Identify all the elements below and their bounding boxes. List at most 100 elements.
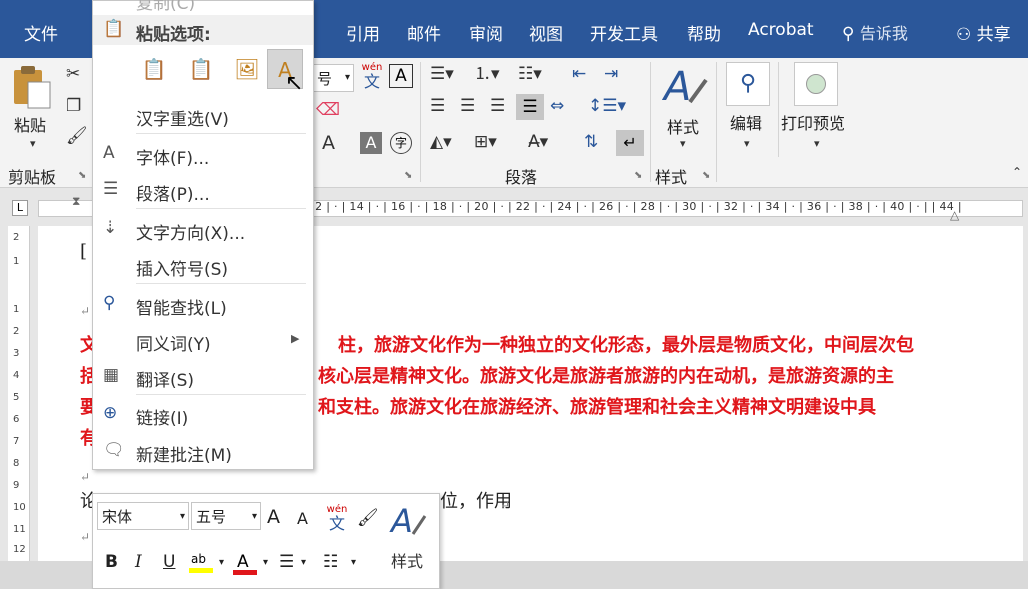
show-formatting-marks-icon[interactable]: ↵: [616, 130, 644, 156]
copy-icon[interactable]: ❐: [66, 98, 81, 115]
menu-item-paragraph[interactable]: ☰ 段落(P)...: [93, 174, 313, 206]
globe-link-icon: ⊕: [103, 403, 118, 423]
phonetic-guide-button[interactable]: wén 文: [325, 504, 349, 532]
increase-indent-icon[interactable]: ⇥: [604, 66, 618, 83]
menu-item-reconvert[interactable]: 汉字重选(V): [93, 99, 313, 131]
chevron-down-icon[interactable]: ▾: [301, 558, 306, 568]
tab-mailings[interactable]: 邮件: [407, 20, 441, 45]
dialog-launcher-icon[interactable]: ⬊: [634, 170, 642, 181]
menu-item-font[interactable]: A 字体(F)...: [93, 138, 313, 170]
vruler-number: 2: [13, 326, 20, 337]
vruler-number: 9: [13, 480, 20, 491]
collapse-ribbon-icon[interactable]: ⌃: [1012, 166, 1022, 178]
indent-marker-icon[interactable]: ⧗: [72, 194, 80, 209]
format-painter-icon[interactable]: 🖌: [66, 128, 88, 145]
underline-button[interactable]: U: [163, 554, 175, 571]
menu-item-copy[interactable]: 复制(C): [93, 0, 313, 15]
tab-review[interactable]: 审阅: [469, 20, 503, 45]
menu-item-new-comment[interactable]: 🗨 新建批注(M): [93, 435, 313, 467]
tell-me-box[interactable]: ⚲ 告诉我: [842, 20, 908, 44]
font-name-dropdown[interactable]: 宋体 ▾: [97, 502, 189, 530]
menu-item-smart-lookup[interactable]: ⚲ 智能查找(L): [93, 288, 313, 320]
chevron-down-icon[interactable]: ▾: [219, 558, 224, 568]
numbering-icon[interactable]: ⒈▾: [474, 66, 500, 83]
print-preview-button[interactable]: [794, 62, 838, 106]
dialog-launcher-icon[interactable]: ⬊: [702, 170, 710, 181]
highlight-color-button[interactable]: ab: [189, 550, 217, 576]
document-text: 柱，旅游文化作为一种独立的文化形态，最外层是物质文化，中间层次包: [338, 335, 914, 356]
tab-selector-icon[interactable]: L: [12, 200, 28, 216]
menu-item-link[interactable]: ⊕ 链接(I): [93, 398, 313, 430]
align-right-icon[interactable]: ☰: [490, 98, 505, 115]
align-left-icon[interactable]: ☰: [430, 98, 445, 115]
menu-item-translate[interactable]: ▦ 翻译(S): [93, 360, 313, 392]
share-button[interactable]: ⚇ 共享: [956, 20, 1011, 45]
tab-file[interactable]: 文件: [24, 20, 58, 45]
paste-button[interactable]: [12, 64, 58, 112]
dialog-launcher-icon[interactable]: ⬊: [404, 170, 412, 181]
vruler-number: 10: [13, 502, 26, 513]
bullets-icon[interactable]: ☰: [279, 554, 294, 571]
align-center-icon[interactable]: ☰: [460, 98, 475, 115]
character-border-button[interactable]: A: [389, 64, 413, 88]
vruler-number: 12: [13, 544, 26, 555]
enclose-characters-button[interactable]: 字: [390, 132, 412, 154]
numbering-icon[interactable]: ☷: [323, 554, 338, 571]
phonetic-guide-button[interactable]: wén 文: [360, 62, 384, 92]
paste-picture-icon[interactable]: 🖼: [229, 49, 265, 89]
shrink-font-button[interactable]: A: [297, 511, 308, 527]
tab-acrobat[interactable]: Acrobat: [748, 20, 814, 40]
styles-gallery-button[interactable]: A: [661, 62, 710, 110]
dialog-launcher-icon[interactable]: ⬊: [78, 170, 86, 181]
chevron-down-icon[interactable]: ▾: [263, 558, 268, 568]
styles-icon: A: [661, 64, 708, 110]
edit-label[interactable]: 编辑: [730, 110, 762, 134]
tab-developer[interactable]: 开发工具: [590, 20, 658, 45]
search-icon[interactable]: ⚲: [726, 62, 770, 106]
menu-item-text-direction[interactable]: ⇣ 文字方向(X)...: [93, 213, 313, 245]
sort-icon[interactable]: ⇅: [584, 134, 598, 151]
bold-button[interactable]: B: [105, 554, 118, 571]
justify-icon[interactable]: ☰: [516, 94, 544, 120]
paste-keep-source-formatting-icon[interactable]: 📋: [136, 49, 172, 89]
styles-gallery-button[interactable]: A: [389, 500, 433, 540]
multilevel-list-icon[interactable]: ☷▾: [518, 66, 542, 83]
tab-help[interactable]: 帮助: [687, 20, 721, 45]
bullets-icon[interactable]: ☰▾: [430, 66, 454, 83]
chevron-down-icon[interactable]: ▾: [351, 558, 356, 568]
distributed-icon[interactable]: ⇔: [550, 98, 564, 115]
chevron-down-icon[interactable]: ▾: [814, 138, 820, 149]
clear-formatting-icon[interactable]: ⌫: [316, 102, 340, 119]
chevron-down-icon[interactable]: ▾: [30, 138, 36, 149]
tab-view[interactable]: 视图: [529, 20, 563, 45]
font-size-dropdown[interactable]: 五号 ▾: [191, 502, 261, 530]
tab-references[interactable]: 引用: [346, 20, 380, 45]
chevron-down-icon[interactable]: ▾: [680, 138, 686, 149]
font-color-button[interactable]: A: [233, 550, 259, 576]
format-painter-icon[interactable]: 🖌: [357, 510, 379, 527]
clipboard-icon: 📋: [103, 19, 125, 39]
decrease-indent-icon[interactable]: ⇤: [572, 66, 586, 83]
character-shading-button[interactable]: A: [360, 132, 382, 154]
right-indent-marker-icon[interactable]: △: [950, 208, 959, 222]
asian-layout-icon[interactable]: A̶▾: [528, 134, 548, 151]
line-spacing-icon[interactable]: ↕☰▾: [588, 98, 626, 115]
menu-item-synonyms[interactable]: 同义词(Y) ▶: [93, 324, 313, 356]
shrink-font-button[interactable]: A: [322, 134, 335, 153]
svg-text:A: A: [389, 502, 413, 538]
font-icon: A: [103, 143, 115, 163]
shading-icon[interactable]: ◭▾: [430, 134, 452, 151]
cut-icon[interactable]: ✂: [66, 66, 80, 83]
paste-label: 粘贴: [14, 116, 47, 135]
text-direction-icon: ⇣: [103, 218, 118, 238]
paste-merge-formatting-icon[interactable]: 📋: [183, 49, 219, 89]
menu-separator: [136, 394, 306, 395]
chevron-down-icon[interactable]: ▾: [744, 138, 750, 149]
grow-font-button[interactable]: A: [267, 508, 280, 527]
menu-item-insert-symbol[interactable]: 插入符号(S): [93, 249, 313, 281]
vruler-number: 6: [13, 414, 20, 425]
font-size-dropdown[interactable]: 号 ▾: [312, 64, 354, 92]
italic-button[interactable]: I: [135, 554, 142, 571]
styles-label[interactable]: 样式: [391, 554, 423, 570]
borders-icon[interactable]: ⊞▾: [474, 134, 497, 151]
